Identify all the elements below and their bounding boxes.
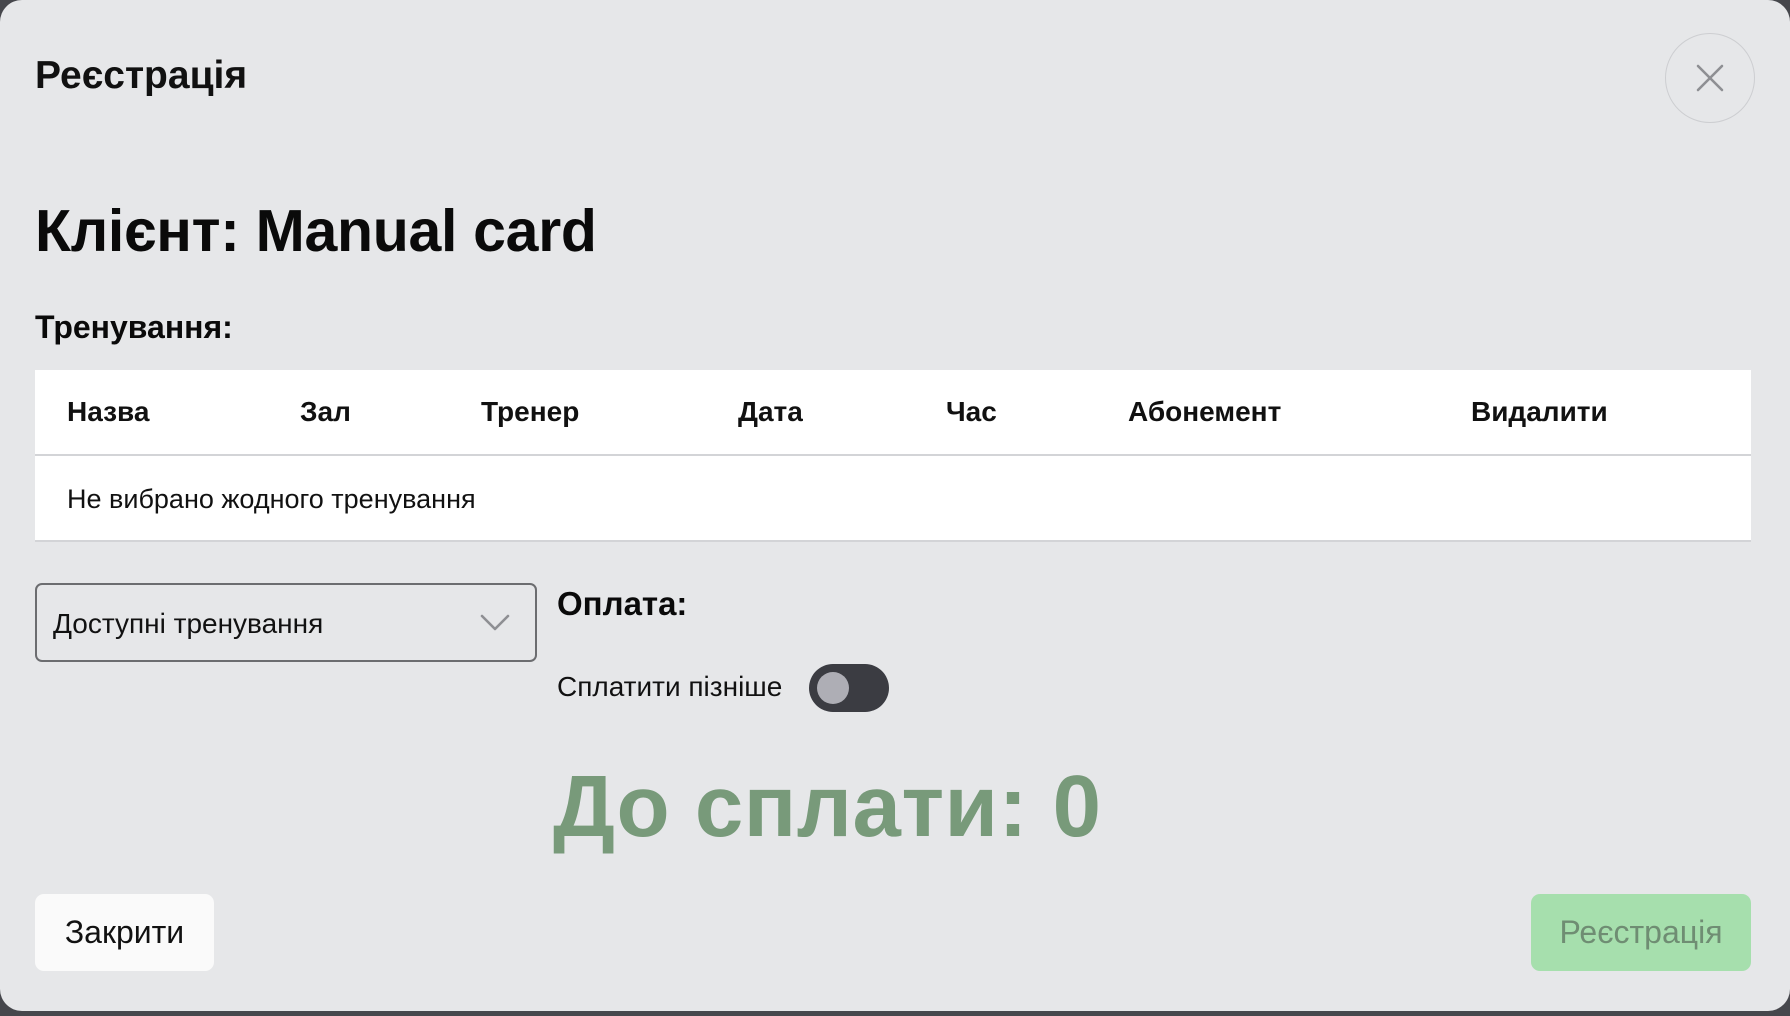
available-trainings-select[interactable]: Доступні тренування: [35, 583, 537, 662]
toggle-knob: [817, 672, 849, 704]
pay-later-label: Сплатити пізніше: [557, 671, 783, 702]
column-header-date: Дата: [738, 396, 803, 427]
column-header-hall: Зал: [300, 396, 351, 427]
close-modal-button[interactable]: [1665, 33, 1755, 123]
pay-later-toggle[interactable]: [809, 664, 889, 712]
column-header-name: Назва: [67, 396, 150, 427]
column-header-membership: Абонемент: [1128, 396, 1282, 427]
table-row: Не вибрано жодного тренування: [35, 456, 1751, 540]
client-heading: Клієнт: Manual card: [35, 198, 597, 264]
close-button[interactable]: Закрити: [35, 894, 214, 971]
payment-label: Оплата:: [557, 585, 688, 622]
column-header-time: Час: [946, 396, 997, 427]
registration-modal: Реєстрація Клієнт: Manual card Тренуванн…: [0, 0, 1790, 1011]
empty-trainings-message: Не вибрано жодного тренування: [67, 484, 476, 514]
table-header: Назва Зал Тренер Дата Час Абонемент Вида…: [35, 370, 1751, 456]
trainings-table: Назва Зал Тренер Дата Час Абонемент Вида…: [35, 370, 1751, 542]
trainings-label: Тренування:: [35, 309, 233, 345]
close-icon: [1696, 64, 1724, 92]
select-value: Доступні тренування: [53, 608, 324, 639]
amount-due: До сплати: 0: [553, 758, 1102, 855]
column-header-trainer: Тренер: [481, 396, 580, 427]
chevron-down-icon: [480, 614, 510, 631]
column-header-delete: Видалити: [1471, 396, 1608, 427]
modal-title: Реєстрація: [35, 54, 248, 97]
register-button[interactable]: Реєстрація: [1531, 894, 1751, 971]
